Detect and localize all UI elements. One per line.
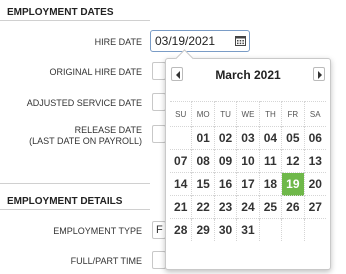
calendar-day[interactable]: 10 xyxy=(236,149,260,173)
calendar-day[interactable]: 14 xyxy=(170,172,192,196)
weekday-label: TU xyxy=(213,101,237,127)
calendar-day[interactable]: 30 xyxy=(213,218,237,241)
calendar-empty-cell xyxy=(258,218,282,241)
calendar-empty-cell xyxy=(281,218,305,241)
release-date-input[interactable] xyxy=(152,125,166,143)
calendar-day[interactable]: 15 xyxy=(191,172,215,196)
weekday-label: TH xyxy=(258,101,282,127)
employment-type-label: EMPLOYMENT TYPE xyxy=(53,226,142,236)
calendar-week-row: 07 08 09 10 11 12 13 xyxy=(170,149,326,173)
calendar-day[interactable]: 27 xyxy=(303,195,326,219)
section-divider xyxy=(0,183,150,184)
calendar-day[interactable]: 24 xyxy=(236,195,260,219)
next-month-button[interactable] xyxy=(313,67,325,81)
release-date-label: RELEASE DATE xyxy=(74,125,142,135)
section-divider xyxy=(0,20,150,21)
chevron-right-icon xyxy=(318,71,322,79)
calendar-day[interactable]: 29 xyxy=(191,218,215,241)
calendar-day[interactable]: 28 xyxy=(170,218,192,241)
employment-details-title: EMPLOYMENT DETAILS xyxy=(7,196,123,207)
calendar-day[interactable]: 26 xyxy=(281,195,305,219)
release-date-sublabel: (LAST DATE ON PAYROLL) xyxy=(29,136,142,146)
calendar-day[interactable]: 18 xyxy=(258,172,282,196)
weekday-label: MO xyxy=(191,101,215,127)
original-hire-date-input[interactable] xyxy=(152,62,166,80)
section-divider xyxy=(0,209,150,210)
calendar-empty-cell xyxy=(170,126,192,150)
calendar-day[interactable]: 20 xyxy=(303,172,326,196)
calendar-day[interactable]: 07 xyxy=(170,149,192,173)
weekday-header-row: SU MO TU WE TH FR SA xyxy=(170,101,326,127)
calendar-day[interactable]: 02 xyxy=(213,126,237,150)
adjusted-service-date-input[interactable] xyxy=(152,93,166,111)
calendar-day[interactable]: 08 xyxy=(191,149,215,173)
calendar-day[interactable]: 01 xyxy=(191,126,215,150)
hire-date-label: HIRE DATE xyxy=(94,37,142,47)
weekday-label: SA xyxy=(303,101,326,127)
calendar-day[interactable]: 12 xyxy=(281,149,305,173)
calendar-day[interactable]: 03 xyxy=(236,126,260,150)
calendar-day[interactable]: 16 xyxy=(213,172,237,196)
calendar-day[interactable]: 22 xyxy=(191,195,215,219)
month-title: March 2021 xyxy=(215,68,281,82)
calendar-day[interactable]: 23 xyxy=(213,195,237,219)
full-part-time-select[interactable] xyxy=(152,251,166,269)
calendar-day-selected[interactable]: 19 xyxy=(281,172,305,196)
calendar-day[interactable]: 06 xyxy=(303,126,326,150)
calendar-week-row: 28 29 30 31 xyxy=(170,218,326,241)
weekday-label: FR xyxy=(281,101,305,127)
calendar-icon[interactable] xyxy=(235,35,246,46)
weekday-label: SU xyxy=(170,101,192,127)
calendar-day[interactable]: 05 xyxy=(281,126,305,150)
original-hire-date-label: ORIGINAL HIRE DATE xyxy=(49,67,142,77)
calendar-day[interactable]: 31 xyxy=(236,218,260,241)
employment-type-select[interactable]: F xyxy=(152,221,166,239)
adjusted-service-date-label: ADJUSTED SERVICE DATE xyxy=(26,98,142,108)
calendar-grid: SU MO TU WE TH FR SA 01 02 03 04 05 06 07 08 09 10 11 12 1… xyxy=(170,101,326,241)
calendar-day[interactable]: 09 xyxy=(213,149,237,173)
calendar-day[interactable]: 25 xyxy=(258,195,282,219)
date-picker-popup: March 2021 SU MO TU WE TH FR SA 01 02 03 04 05 06 07… xyxy=(165,58,331,270)
calendar-empty-cell xyxy=(303,218,326,241)
calendar-day[interactable]: 04 xyxy=(258,126,282,150)
calendar-day[interactable]: 13 xyxy=(303,149,326,173)
calendar-week-row: 14 15 16 17 18 19 20 xyxy=(170,172,326,196)
full-part-time-label: FULL/PART TIME xyxy=(70,256,142,266)
calendar-week-row: 21 22 23 24 25 26 27 xyxy=(170,195,326,219)
calendar-day[interactable]: 21 xyxy=(170,195,192,219)
calendar-week-row: 01 02 03 04 05 06 xyxy=(170,126,326,150)
calendar-day[interactable]: 17 xyxy=(236,172,260,196)
calendar-day[interactable]: 11 xyxy=(258,149,282,173)
weekday-label: WE xyxy=(236,101,260,127)
employment-dates-title: EMPLOYMENT DATES xyxy=(7,7,114,18)
